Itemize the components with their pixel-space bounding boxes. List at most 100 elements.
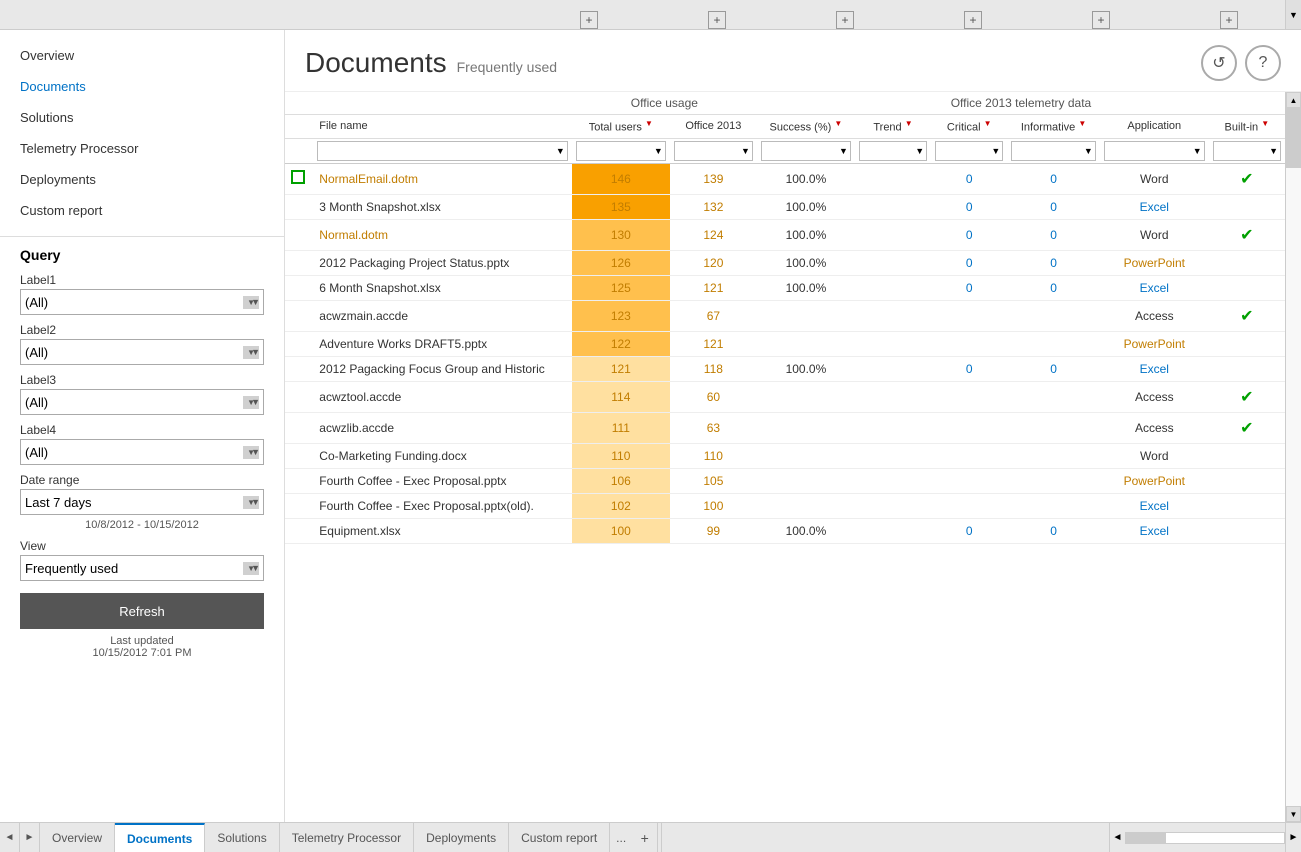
bottom-tab-overview[interactable]: Overview xyxy=(40,823,115,852)
total-users-cell[interactable]: 100 xyxy=(572,518,670,543)
office2013-cell[interactable]: 120 xyxy=(670,250,757,275)
total-users-link[interactable]: 122 xyxy=(611,337,631,351)
bottom-scrollbar[interactable]: ◄ ► xyxy=(1109,823,1301,852)
file-name-cell[interactable]: 2012 Packaging Project Status.pptx xyxy=(313,250,572,275)
hscroll-right-arrow[interactable]: ► xyxy=(1285,823,1301,852)
critical-cell[interactable] xyxy=(931,493,1007,518)
total-users-link[interactable]: 126 xyxy=(611,256,631,270)
col-informative-header[interactable]: Informative ▼ xyxy=(1007,115,1100,139)
file-name-cell[interactable]: NormalEmail.dotm xyxy=(313,163,572,194)
informative-cell[interactable]: 0 xyxy=(1007,163,1100,194)
col-office2013-header[interactable]: Office 2013 xyxy=(670,115,757,139)
critical-cell[interactable]: 0 xyxy=(931,219,1007,250)
critical-cell[interactable]: 0 xyxy=(931,250,1007,275)
tab-left-arrow[interactable]: ◄ xyxy=(0,823,20,852)
informative-cell[interactable]: 0 xyxy=(1007,250,1100,275)
office2013-link[interactable]: 67 xyxy=(707,309,720,323)
file-name-link[interactable]: 2012 Pagacking Focus Group and Historic xyxy=(319,362,544,376)
office2013-cell[interactable]: 67 xyxy=(670,300,757,331)
informative-cell[interactable]: 0 xyxy=(1007,194,1100,219)
office2013-cell[interactable]: 118 xyxy=(670,356,757,381)
office2013-link[interactable]: 118 xyxy=(704,362,723,376)
file-name-link[interactable]: Adventure Works DRAFT5.pptx xyxy=(319,337,487,351)
bottom-tab-deployments[interactable]: Deployments xyxy=(414,823,509,852)
total-users-link[interactable]: 110 xyxy=(611,449,630,463)
file-name-link[interactable]: 6 Month Snapshot.xlsx xyxy=(319,281,440,295)
row-selector-cell[interactable] xyxy=(285,163,313,194)
col-trend-header[interactable]: Trend ▼ xyxy=(855,115,931,139)
file-name-link[interactable]: Normal.dotm xyxy=(319,228,388,242)
file-name-cell[interactable]: Fourth Coffee - Exec Proposal.pptx(old). xyxy=(313,493,572,518)
informative-cell[interactable] xyxy=(1007,300,1100,331)
col-critical-header[interactable]: Critical ▼ xyxy=(931,115,1007,139)
hscroll-thumb[interactable] xyxy=(1126,833,1166,843)
tab-add-btn-6[interactable]: + xyxy=(1220,11,1238,29)
informative-link[interactable]: 0 xyxy=(1050,362,1057,376)
hscroll-track[interactable] xyxy=(1125,832,1285,844)
office2013-cell[interactable]: 121 xyxy=(670,331,757,356)
critical-link[interactable]: 0 xyxy=(966,256,973,270)
file-name-link[interactable]: acwzmain.accde xyxy=(319,309,408,323)
informative-link[interactable]: 0 xyxy=(1050,200,1057,214)
total-users-link[interactable]: 111 xyxy=(612,421,630,435)
label3-select[interactable]: (All) ▼ xyxy=(20,389,264,415)
office2013-cell[interactable]: 139 xyxy=(670,163,757,194)
office2013-cell[interactable]: 110 xyxy=(670,443,757,468)
col-application-header[interactable]: Application xyxy=(1100,115,1209,139)
critical-cell[interactable]: 0 xyxy=(931,518,1007,543)
informative-link[interactable]: 0 xyxy=(1050,256,1057,270)
row-selector-cell[interactable] xyxy=(285,443,313,468)
office2013-link[interactable]: 100 xyxy=(703,499,723,513)
filter-total-cell[interactable]: ▼ xyxy=(572,138,670,163)
file-name-cell[interactable]: Equipment.xlsx xyxy=(313,518,572,543)
total-users-cell[interactable]: 130 xyxy=(572,219,670,250)
informative-cell[interactable] xyxy=(1007,493,1100,518)
row-selector-cell[interactable] xyxy=(285,381,313,412)
office2013-link[interactable]: 60 xyxy=(707,390,720,404)
file-name-cell[interactable]: Fourth Coffee - Exec Proposal.pptx xyxy=(313,468,572,493)
critical-link[interactable]: 0 xyxy=(966,228,973,242)
informative-cell[interactable] xyxy=(1007,443,1100,468)
total-users-link[interactable]: 106 xyxy=(611,474,631,488)
total-users-cell[interactable]: 111 xyxy=(572,412,670,443)
total-users-cell[interactable]: 102 xyxy=(572,493,670,518)
row-selector-cell[interactable] xyxy=(285,219,313,250)
col-success-header[interactable]: Success (%) ▼ xyxy=(757,115,855,139)
tab-add-btn-1[interactable]: + xyxy=(580,11,598,29)
total-users-cell[interactable]: 123 xyxy=(572,300,670,331)
row-selector-cell[interactable] xyxy=(285,275,313,300)
row-selector-cell[interactable] xyxy=(285,518,313,543)
file-name-link[interactable]: Fourth Coffee - Exec Proposal.pptx(old). xyxy=(319,499,534,513)
critical-cell[interactable] xyxy=(931,412,1007,443)
file-name-link[interactable]: acwzlib.accde xyxy=(319,421,394,435)
tab-add-button[interactable]: + xyxy=(632,823,658,852)
tab-add-btn-3[interactable]: + xyxy=(836,11,854,29)
scroll-thumb[interactable] xyxy=(1286,108,1301,168)
filter-application-cell[interactable]: ▼ xyxy=(1100,138,1209,163)
file-name-link[interactable]: 3 Month Snapshot.xlsx xyxy=(319,200,440,214)
scroll-down-button[interactable]: ▼ xyxy=(1286,806,1301,822)
file-name-cell[interactable]: 3 Month Snapshot.xlsx xyxy=(313,194,572,219)
total-users-link[interactable]: 130 xyxy=(611,228,631,242)
filter-success-cell[interactable]: ▼ xyxy=(757,138,855,163)
informative-link[interactable]: 0 xyxy=(1050,281,1057,295)
critical-link[interactable]: 0 xyxy=(966,362,973,376)
label4-select-wrapper[interactable]: (All) ▼ xyxy=(20,439,264,465)
office2013-cell[interactable]: 63 xyxy=(670,412,757,443)
view-select[interactable]: Frequently used ▼ xyxy=(20,555,264,581)
refresh-button[interactable]: Refresh xyxy=(20,593,264,629)
critical-cell[interactable]: 0 xyxy=(931,356,1007,381)
office2013-link[interactable]: 121 xyxy=(703,337,723,351)
critical-cell[interactable]: 0 xyxy=(931,275,1007,300)
row-selector-cell[interactable] xyxy=(285,300,313,331)
table-container[interactable]: Office usage Office 2013 telemetry data … xyxy=(285,92,1285,822)
informative-cell[interactable]: 0 xyxy=(1007,356,1100,381)
total-users-link[interactable]: 125 xyxy=(611,281,631,295)
file-name-link[interactable]: Equipment.xlsx xyxy=(319,524,400,538)
hscroll-left-arrow[interactable]: ◄ xyxy=(1109,823,1125,852)
informative-link[interactable]: 0 xyxy=(1050,524,1057,538)
informative-cell[interactable] xyxy=(1007,412,1100,443)
label3-select-wrapper[interactable]: (All) ▼ xyxy=(20,389,264,415)
office2013-cell[interactable]: 60 xyxy=(670,381,757,412)
top-scrollbar-arrow[interactable]: ▼ xyxy=(1285,0,1301,29)
